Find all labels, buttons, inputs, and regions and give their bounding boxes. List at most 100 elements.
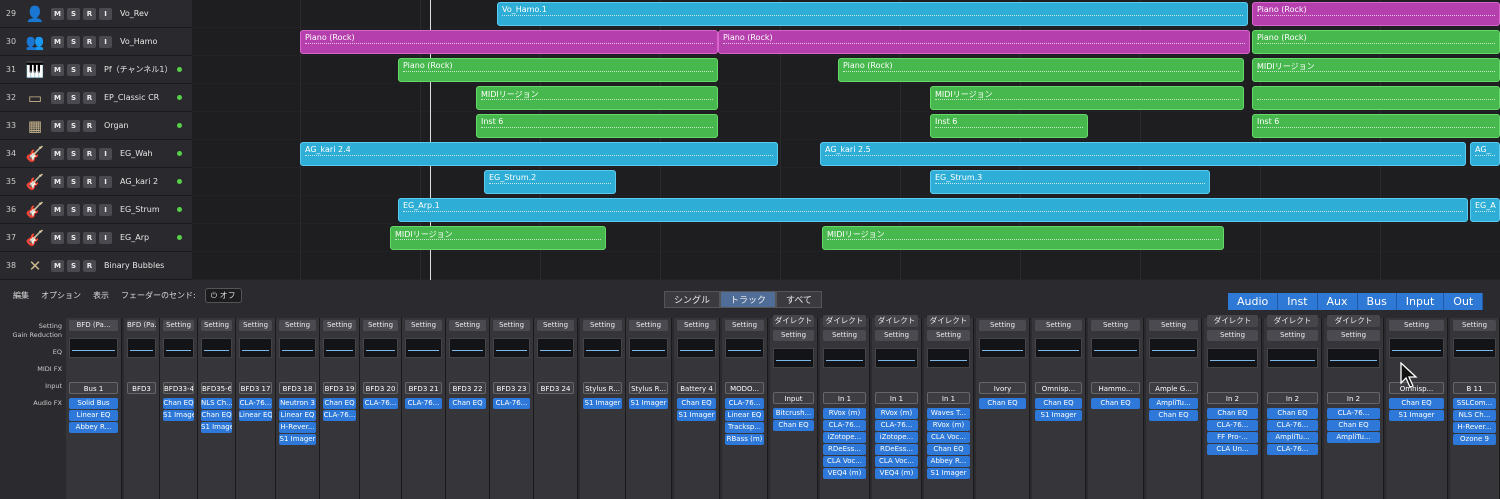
- input-slot[interactable]: In 1: [927, 392, 970, 404]
- mute-button[interactable]: M: [51, 35, 64, 48]
- audio-fx-slot[interactable]: CLA-76...: [239, 398, 272, 409]
- eq-thumbnail[interactable]: [629, 338, 668, 358]
- mute-button[interactable]: M: [51, 231, 64, 244]
- audio-fx-slot[interactable]: H-Rever...: [279, 422, 316, 433]
- input-slot[interactable]: Ample G...: [1149, 382, 1198, 394]
- solo-button[interactable]: S: [67, 91, 80, 104]
- audio-fx-slot[interactable]: CLA Voc...: [927, 432, 970, 443]
- eq-thumbnail[interactable]: [725, 338, 764, 358]
- audio-fx-slot[interactable]: RBass (m): [725, 434, 764, 445]
- setting-button[interactable]: BFD (Pa...: [69, 320, 118, 331]
- audio-fx-slot[interactable]: CLA Un...: [1207, 444, 1258, 455]
- audio-fx-slot[interactable]: RVox (m): [823, 408, 866, 419]
- setting-button[interactable]: Setting: [363, 320, 398, 331]
- audio-fx-slot[interactable]: RDeEss...: [823, 444, 866, 455]
- setting-button[interactable]: Setting: [583, 320, 622, 331]
- solo-button[interactable]: S: [67, 63, 80, 76]
- tab-tracks[interactable]: トラック: [720, 291, 777, 308]
- setting-button[interactable]: Setting: [537, 320, 574, 331]
- audio-fx-slot[interactable]: CLA-76...: [1327, 408, 1380, 419]
- audio-fx-slot[interactable]: Solid Bus: [69, 398, 118, 409]
- eq-thumbnail[interactable]: [69, 338, 118, 358]
- region[interactable]: MIDIリージョン: [822, 226, 1224, 250]
- setting-button[interactable]: Setting: [1207, 330, 1258, 341]
- solo-button[interactable]: S: [67, 147, 80, 160]
- solo-button[interactable]: S: [67, 203, 80, 216]
- eq-thumbnail[interactable]: [127, 338, 156, 358]
- eq-thumbnail[interactable]: [279, 338, 316, 358]
- audio-fx-slot[interactable]: Chan EQ: [201, 410, 232, 421]
- audio-fx-slot[interactable]: AmpliTu...: [1149, 398, 1198, 409]
- track-header[interactable]: 34 🎸 M S R I EG_Wah: [0, 140, 192, 168]
- audio-fx-slot[interactable]: Bitcrush...: [773, 408, 814, 419]
- audio-fx-slot[interactable]: Chan EQ: [1389, 398, 1444, 409]
- audio-fx-slot[interactable]: Neutron 3: [279, 398, 316, 409]
- mute-button[interactable]: M: [51, 63, 64, 76]
- audio-fx-slot[interactable]: CLA-76...: [405, 398, 442, 409]
- track-header[interactable]: 31 🎹 M S R Pf（チャンネル1）: [0, 56, 192, 84]
- input-slot[interactable]: In 2: [1327, 392, 1380, 404]
- eq-thumbnail[interactable]: [493, 338, 530, 358]
- eq-thumbnail[interactable]: [449, 338, 486, 358]
- audio-fx-slot[interactable]: AmpliTu...: [1267, 432, 1318, 443]
- input-monitor-button[interactable]: I: [99, 175, 112, 188]
- audio-fx-slot[interactable]: S1 Imager: [629, 398, 668, 409]
- eq-thumbnail[interactable]: [1035, 338, 1082, 358]
- audio-fx-slot[interactable]: Linear EQ: [239, 410, 272, 421]
- mute-button[interactable]: M: [51, 175, 64, 188]
- direct-monitor-button[interactable]: ダイレクト: [1327, 315, 1380, 327]
- input-slot[interactable]: BFD3 23: [493, 382, 530, 394]
- region[interactable]: MIDIリージョン: [390, 226, 606, 250]
- tab-all[interactable]: すべて: [776, 291, 823, 308]
- input-slot[interactable]: BFD3 21: [405, 382, 442, 394]
- track-header[interactable]: 29 👤 M S R I Vo_Rev: [0, 0, 192, 28]
- setting-button[interactable]: Setting: [279, 320, 316, 331]
- audio-fx-slot[interactable]: H-Rever...: [1453, 422, 1496, 433]
- audio-fx-slot[interactable]: Chan EQ: [1035, 398, 1082, 409]
- setting-button[interactable]: Setting: [1267, 330, 1318, 341]
- mute-button[interactable]: M: [51, 7, 64, 20]
- region[interactable]: AG_kari 2.4: [300, 142, 778, 166]
- audio-fx-slot[interactable]: Chan EQ: [1149, 410, 1198, 421]
- audio-fx-slot[interactable]: CLA Voc...: [823, 456, 866, 467]
- audio-fx-slot[interactable]: FF Pro-...: [1207, 432, 1258, 443]
- region[interactable]: Inst 6: [930, 114, 1088, 138]
- track-header[interactable]: 33 ▦ M S R Organ: [0, 112, 192, 140]
- input-slot[interactable]: BFD3 19: [323, 382, 356, 394]
- audio-fx-slot[interactable]: VEQ4 (m): [823, 468, 866, 479]
- setting-button[interactable]: Setting: [1035, 320, 1082, 331]
- audio-fx-slot[interactable]: S1 Imager: [1035, 410, 1082, 421]
- tab-single[interactable]: シングル: [664, 291, 721, 308]
- input-slot[interactable]: Ivory: [979, 382, 1026, 394]
- solo-button[interactable]: S: [67, 35, 80, 48]
- solo-button[interactable]: S: [67, 175, 80, 188]
- record-button[interactable]: R: [83, 231, 96, 244]
- record-button[interactable]: R: [83, 259, 96, 272]
- record-button[interactable]: R: [83, 203, 96, 216]
- setting-button[interactable]: Setting: [725, 320, 764, 331]
- setting-button[interactable]: Setting: [449, 320, 486, 331]
- audio-fx-slot[interactable]: CLA-76...: [875, 420, 918, 431]
- audio-fx-slot[interactable]: Chan EQ: [1267, 408, 1318, 419]
- eq-thumbnail[interactable]: [927, 348, 970, 368]
- eq-thumbnail[interactable]: [1267, 348, 1318, 368]
- solo-button[interactable]: S: [67, 259, 80, 272]
- eq-thumbnail[interactable]: [773, 348, 814, 368]
- record-button[interactable]: R: [83, 147, 96, 160]
- setting-button[interactable]: Setting: [323, 320, 356, 331]
- audio-fx-slot[interactable]: S1 Imager: [927, 468, 970, 479]
- eq-thumbnail[interactable]: [1207, 348, 1258, 368]
- record-button[interactable]: R: [83, 91, 96, 104]
- edit-menu[interactable]: 編集: [10, 289, 32, 302]
- input-slot[interactable]: BFD3 24: [537, 382, 574, 394]
- audio-fx-slot[interactable]: S1 Imager: [677, 410, 716, 421]
- audio-fx-slot[interactable]: Chan EQ: [1091, 398, 1140, 409]
- eq-thumbnail[interactable]: [537, 338, 574, 358]
- direct-monitor-button[interactable]: ダイレクト: [875, 315, 918, 327]
- sends-select[interactable]: ⏻ オフ: [204, 287, 242, 303]
- mute-button[interactable]: M: [51, 203, 64, 216]
- filter-audio[interactable]: Audio: [1228, 293, 1279, 310]
- mute-button[interactable]: M: [51, 91, 64, 104]
- input-monitor-button[interactable]: I: [99, 7, 112, 20]
- audio-fx-slot[interactable]: CLA-76...: [725, 398, 764, 409]
